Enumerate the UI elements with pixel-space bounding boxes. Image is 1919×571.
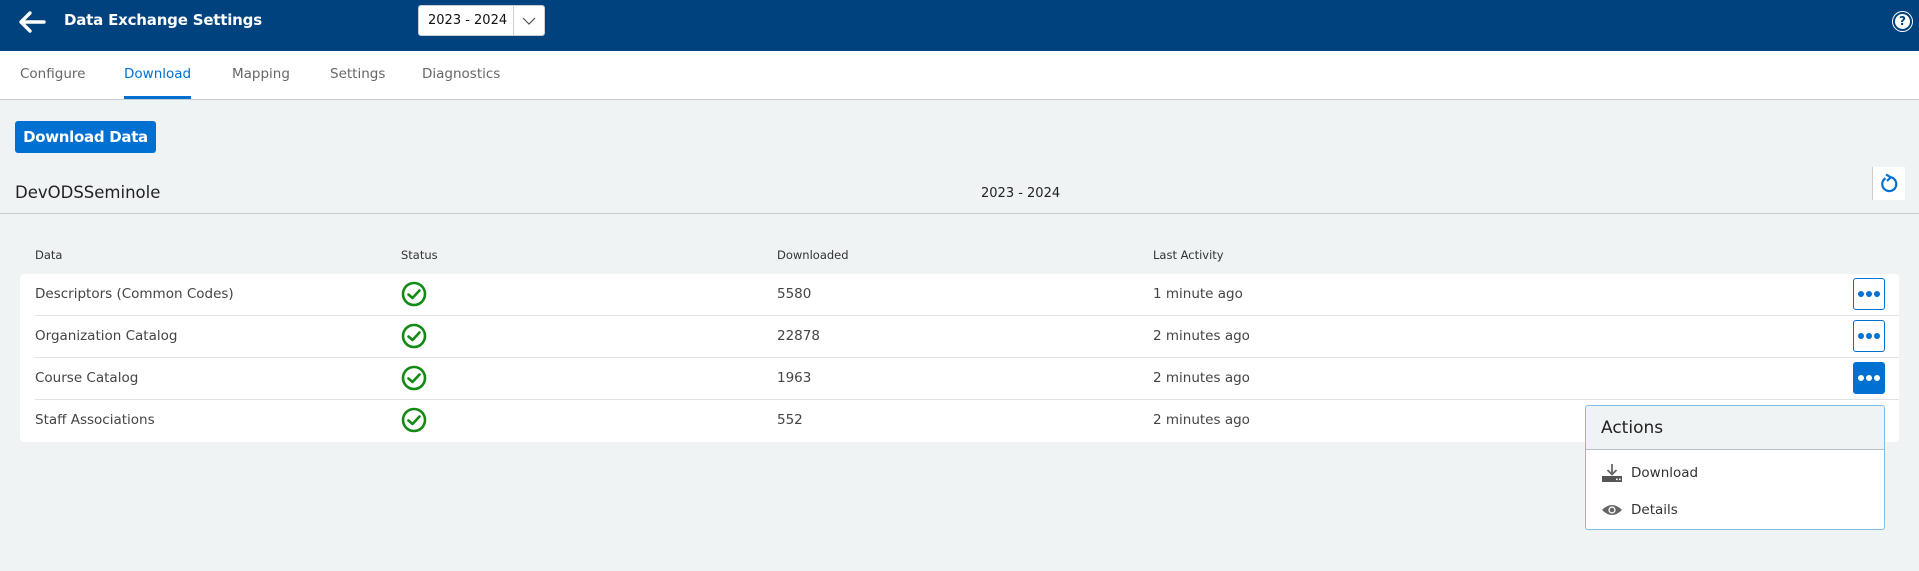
menu-item-label: Download	[1631, 464, 1699, 481]
table-row: Course Catalog 1963 2 minutes ago	[35, 358, 1899, 400]
menu-item-download[interactable]: Download	[1586, 454, 1884, 491]
page-title: Data Exchange Settings	[64, 11, 262, 29]
chevron-down-icon	[513, 6, 544, 35]
tab-mapping[interactable]: Mapping	[232, 66, 290, 99]
year-select[interactable]: 2023 - 2024	[418, 5, 545, 36]
actions-menu-title: Actions	[1586, 406, 1884, 450]
menu-item-details[interactable]: Details	[1586, 491, 1884, 528]
tab-download[interactable]: Download	[124, 66, 192, 99]
menu-item-label: Details	[1631, 501, 1678, 518]
cell-downloaded: 22878	[777, 328, 820, 344]
row-actions-button[interactable]	[1853, 278, 1885, 310]
column-header-status: Status	[401, 248, 438, 262]
more-dot-icon	[1858, 375, 1864, 381]
cell-downloaded: 5580	[777, 286, 812, 302]
cell-last-activity: 2 minutes ago	[1153, 328, 1250, 344]
tab-bar: Configure Download Mapping Settings Diag…	[0, 51, 1919, 100]
app-header: Data Exchange Settings 2023 - 2024 ?	[0, 0, 1919, 51]
eye-icon	[1601, 500, 1623, 520]
column-header-last-activity: Last Activity	[1153, 248, 1224, 262]
back-button[interactable]	[16, 9, 48, 35]
refresh-icon	[1881, 173, 1898, 192]
tab-diagnostics[interactable]: Diagnostics	[422, 66, 500, 99]
help-icon[interactable]: ?	[1893, 12, 1912, 31]
more-dot-icon	[1874, 333, 1880, 339]
row-actions-button[interactable]	[1853, 320, 1885, 352]
more-dot-icon	[1858, 333, 1864, 339]
column-header-downloaded: Downloaded	[777, 248, 849, 262]
actions-menu: Actions Download Details	[1585, 405, 1885, 530]
section-year: 2023 - 2024	[981, 186, 1061, 201]
more-dot-icon	[1874, 375, 1880, 381]
org-name: DevODSSeminole	[15, 183, 161, 202]
section-divider	[0, 213, 1919, 214]
cell-data: Organization Catalog	[35, 328, 178, 344]
year-select-value: 2023 - 2024	[428, 13, 508, 28]
check-circle-icon	[401, 323, 427, 349]
refresh-button[interactable]	[1872, 167, 1905, 200]
check-circle-icon	[401, 365, 427, 391]
more-dot-icon	[1866, 333, 1872, 339]
tab-settings[interactable]: Settings	[330, 66, 385, 99]
cell-last-activity: 1 minute ago	[1153, 286, 1243, 302]
tab-configure[interactable]: Configure	[20, 66, 85, 99]
cell-last-activity: 2 minutes ago	[1153, 412, 1250, 428]
more-dot-icon	[1858, 291, 1864, 297]
table-row: Descriptors (Common Codes) 5580 1 minute…	[35, 274, 1899, 316]
cell-last-activity: 2 minutes ago	[1153, 370, 1250, 386]
cell-data: Descriptors (Common Codes)	[35, 286, 234, 302]
cell-data: Course Catalog	[35, 370, 139, 386]
cell-downloaded: 552	[777, 412, 803, 428]
more-dot-icon	[1866, 291, 1872, 297]
check-circle-icon	[401, 281, 427, 307]
download-icon	[1601, 463, 1623, 483]
table-row: Organization Catalog 22878 2 minutes ago	[35, 316, 1899, 358]
more-dot-icon	[1866, 375, 1872, 381]
arrow-left-icon	[19, 11, 46, 33]
download-data-button[interactable]: Download Data	[15, 121, 156, 153]
cell-downloaded: 1963	[777, 370, 812, 386]
more-dot-icon	[1874, 291, 1880, 297]
column-header-data: Data	[35, 248, 63, 262]
cell-data: Staff Associations	[35, 412, 155, 428]
check-circle-icon	[401, 407, 427, 433]
row-actions-button-active[interactable]	[1853, 362, 1885, 394]
